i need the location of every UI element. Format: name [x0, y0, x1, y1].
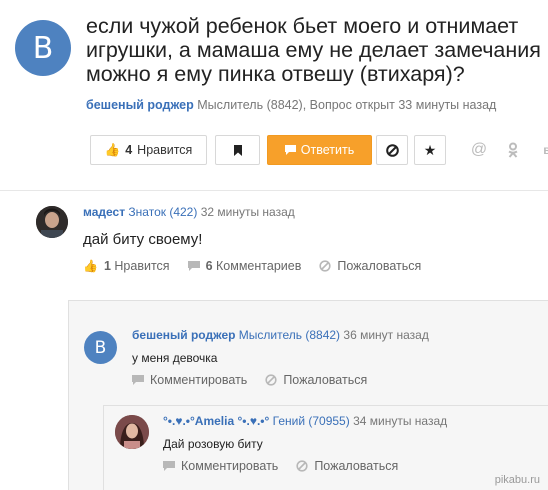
watermark: pikabu.ru — [494, 474, 540, 486]
star-icon: ★ — [423, 141, 437, 158]
comment-actions: Комментировать Пожаловаться — [132, 373, 385, 387]
comment-time: 36 минут назад — [343, 328, 429, 342]
answer-report-label: Пожаловаться — [337, 259, 422, 273]
comment-author-rank: Гений (70955) — [272, 414, 350, 428]
answer-comments-count: 6 — [205, 259, 213, 273]
speech-bubble-icon — [187, 260, 200, 271]
share-vk-icon[interactable]: в — [538, 140, 548, 160]
divider — [0, 190, 548, 191]
answer-comments-label: Комментариев — [216, 259, 302, 273]
bookmark-icon — [233, 144, 242, 156]
comment-report-button[interactable]: Пожаловаться — [265, 373, 367, 387]
comment-text: у меня девочка — [132, 351, 218, 365]
block-icon — [319, 260, 331, 272]
question-title: если чужой ребенок бьет моего и отнимает… — [86, 14, 548, 86]
question-title-line: если чужой ребенок бьет моего и отнимает — [86, 14, 519, 38]
avatar-letter: B — [32, 30, 54, 66]
like-count: 4 — [125, 143, 133, 157]
answer-meta: мадест Знаток (422) 32 минуты назад — [83, 205, 295, 219]
share-ok-icon[interactable] — [504, 140, 522, 160]
block-icon — [265, 374, 277, 386]
speech-bubble-icon — [163, 460, 175, 471]
thumbs-up-icon: 👍 — [83, 259, 98, 273]
answer-label: Ответить — [300, 143, 355, 157]
comment-author-link[interactable]: бешеный роджер — [132, 328, 235, 342]
comment-time: 34 минуты назад — [353, 414, 448, 428]
answer-text: дай биту своему! — [83, 231, 203, 248]
answer-comments-button[interactable]: 6 Комментариев — [187, 259, 302, 273]
bookmark-button[interactable] — [215, 135, 260, 165]
comment-report-label: Пожаловаться — [314, 459, 399, 473]
question-author-link[interactable]: бешеный роджер — [86, 98, 194, 112]
block-button[interactable] — [376, 135, 408, 165]
comment-actions: Комментировать Пожаловаться — [163, 459, 416, 473]
question-title-line: игрушки, а мамаша ему не делает замечани… — [86, 38, 541, 62]
question-author-rank: Мыслитель (8842), Вопрос открыт 33 минут… — [197, 98, 497, 112]
answer-author-rank: Знаток (422) — [128, 205, 198, 219]
comment-reply-label: Комментировать — [181, 459, 279, 473]
answer-actions: 👍 1 Нравится 6 Комментариев Пожаловаться — [83, 259, 439, 273]
comment-author-link[interactable]: °•.♥.•°Amelia °•.♥.•° — [163, 414, 269, 428]
answer-report-button[interactable]: Пожаловаться — [319, 259, 421, 273]
block-icon — [385, 143, 399, 157]
answer-author-link[interactable]: мадест — [83, 205, 125, 219]
comment-author-rank: Мыслитель (8842) — [238, 328, 341, 342]
favorite-button[interactable]: ★ — [414, 135, 446, 165]
comment-author-avatar[interactable]: B — [84, 331, 117, 364]
question-title-line: можно я ему пинка отвешу (втихаря)? — [86, 62, 465, 86]
comment-report-button[interactable]: Пожаловаться — [296, 459, 398, 473]
speech-bubble-icon — [284, 144, 296, 155]
comment-reply-button[interactable]: Комментировать — [163, 459, 278, 473]
avatar-letter: B — [94, 337, 107, 358]
thumbs-up-icon: 👍 — [104, 142, 121, 157]
question-author-avatar[interactable]: B — [15, 20, 71, 76]
answer-like-count: 1 — [103, 259, 111, 273]
comment-meta: °•.♥.•°Amelia °•.♥.•° Гений (70955) 34 м… — [163, 414, 447, 428]
speech-bubble-icon — [132, 374, 144, 385]
question-meta: бешеный роджер Мыслитель (8842), Вопрос … — [86, 98, 496, 112]
answer-button[interactable]: Ответить — [267, 135, 372, 165]
comment-text: Дай розовую биту — [163, 437, 263, 451]
answer-like-button[interactable]: 👍 1 Нравится — [83, 259, 170, 273]
share-mail-icon[interactable]: @ — [470, 140, 488, 160]
answer-like-label: Нравится — [114, 259, 170, 273]
like-label: Нравится — [137, 143, 193, 157]
block-icon — [296, 460, 308, 472]
answer-time: 32 минуты назад — [200, 205, 295, 219]
comment-reply-label: Комментировать — [150, 373, 248, 387]
comment-meta: бешеный роджер Мыслитель (8842) 36 минут… — [132, 328, 429, 342]
comment-author-avatar[interactable] — [115, 415, 149, 449]
like-button[interactable]: 👍 4 Нравится — [90, 135, 207, 165]
comment-reply-button[interactable]: Комментировать — [132, 373, 247, 387]
answer-author-avatar[interactable] — [36, 206, 68, 238]
comment-report-label: Пожаловаться — [283, 373, 368, 387]
